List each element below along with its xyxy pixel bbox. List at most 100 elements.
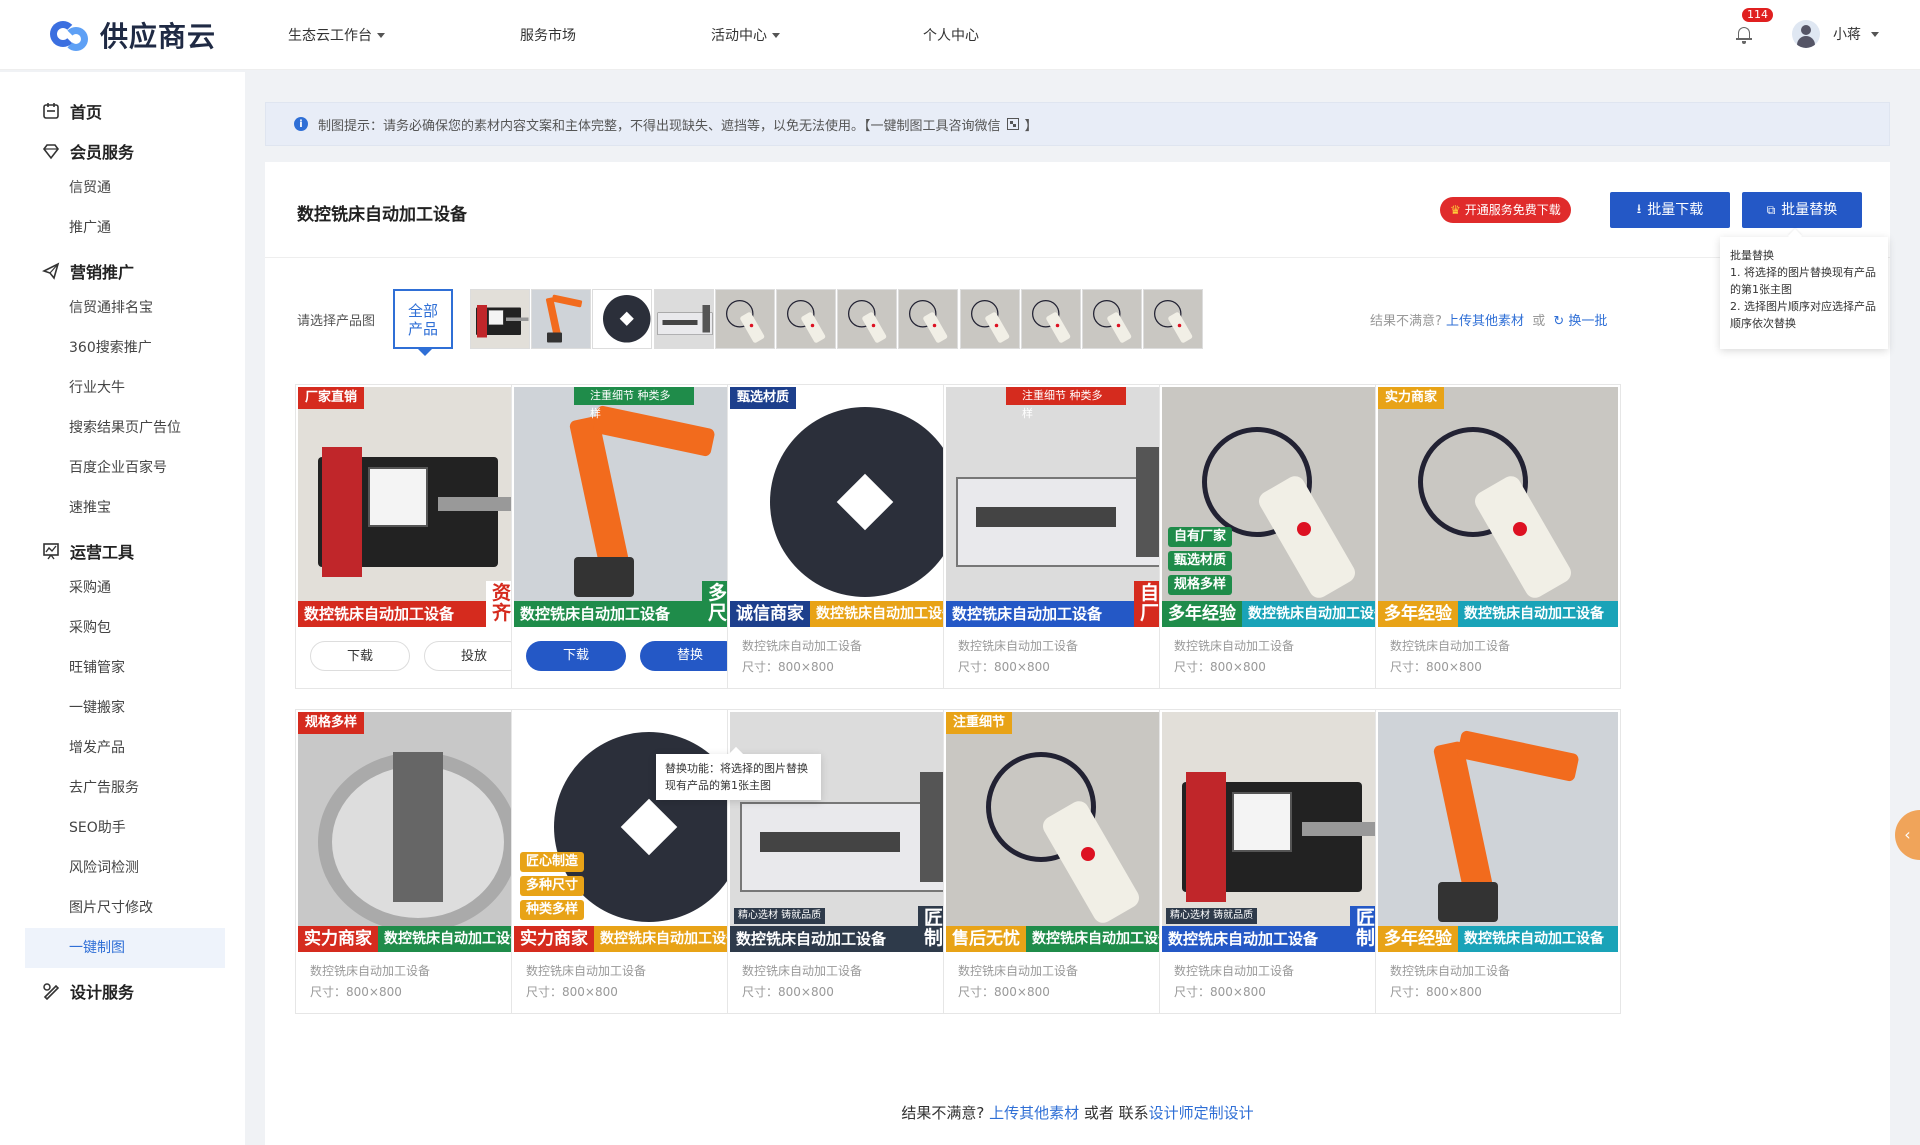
logo[interactable]: 供应商云 [48,14,216,56]
sidebar-item[interactable]: 360搜索推广 [25,328,225,368]
side-collapse-tab[interactable]: ‹ [1895,810,1920,860]
product-thumb[interactable] [531,289,592,349]
sidebar-item[interactable]: 一键制图 [25,928,225,968]
qrcode-icon[interactable] [1006,118,1019,130]
sidebar-item[interactable]: 采购通 [25,568,225,608]
card-image[interactable]: 匠心制造 多种尺寸 种类多样 实力商家 数控铣床自动加工设备 [514,712,754,952]
product-thumb[interactable] [1143,289,1204,349]
design-card[interactable]: 自有厂家 甄选材质 规格多样 多年经验 数控铣床自动加工设备 数控铣床自动加工设备 尺寸：8… [1159,384,1405,689]
batch-replace-button[interactable]: ⧉ 批量替换 [1742,192,1862,228]
batch-replace-tooltip: 批量替换 1. 将选择的图片替换现有产品的第1张主图 2. 选择图片顺序对应选择… [1720,237,1888,349]
sidebar-section-1[interactable]: 会员服务 [42,139,134,163]
deploy-button[interactable]: 投放 [424,641,524,671]
design-card[interactable]: 规格多样 实力商家 数控铣床自动加工设备 数控铣床自动加工设备 尺寸：800×800 [295,709,541,1014]
replace-button[interactable]: 替换 [640,641,740,671]
product-thumb[interactable] [1020,289,1081,349]
banner-right: 数控铣床自动加工设备 [1458,601,1618,627]
download-button[interactable]: 下载 [310,641,410,671]
product-thumb[interactable] [959,289,1020,349]
banner-left: 实力商家 [298,926,378,952]
sidebar-section-3[interactable]: 运营工具 [42,539,134,563]
nav-item-2[interactable]: 活动中心 [711,25,780,45]
user-menu[interactable]: 小蒋 [1833,24,1879,44]
batch-download-button[interactable]: ⭳ 批量下载 [1610,192,1730,228]
card-size: 尺寸：800×800 [1390,985,1482,999]
sidebar-item[interactable]: 增发产品 [25,728,225,768]
product-thumb[interactable] [1082,289,1142,349]
replace-tooltip: 替换功能：将选择的图片替换现有产品的第1张主图 [656,754,821,800]
card-size: 尺寸：800×800 [1174,985,1266,999]
card-image[interactable]: 多年经验 数控铣床自动加工设备 [1378,712,1618,952]
product-thumb[interactable] [592,289,653,349]
sidebar-item[interactable]: 一键搬家 [25,688,225,728]
design-card[interactable]: 注重细节 种类多样数控铣床自动加工设备自有厂家数控铣床自动加工设备尺寸：800×… [943,384,1189,689]
card-image[interactable]: 精心选材 铸就品质数控铣床自动加工设备匠心制造 [730,712,970,952]
card-image[interactable]: 注重细节 种类多样数控铣床自动加工设备自有厂家 [946,387,1186,627]
sidebar-item[interactable]: SEO助手 [25,808,225,848]
sidebar-item[interactable]: 搜索结果页广告位 [25,408,225,448]
product-photo-cable [1378,387,1618,627]
design-card[interactable]: 注重细节 售后无忧 数控铣床自动加工设备 数控铣床自动加工设备 尺寸：800×800 [943,709,1189,1014]
card-image[interactable]: 规格多样 实力商家 数控铣床自动加工设备 [298,712,538,952]
design-card[interactable]: 精心选材 铸就品质数控铣床自动加工设备匠心制造数控铣床自动加工设备尺寸：800×… [1159,709,1405,1014]
thumb-all-products[interactable]: 全部 产品 [393,289,453,356]
product-thumb[interactable] [714,289,775,349]
card-image[interactable]: 甄选材质 诚信商家 数控铣床自动加工设备 [730,387,970,627]
sidebar-item[interactable]: 行业大牛 [25,368,225,408]
sidebar-item[interactable]: 推广通 [25,208,225,248]
feature-label: 甄选材质 [1168,551,1233,571]
replace-tip-text: 替换功能：将选择的图片替换现有产品的第1张主图 [665,762,808,792]
design-card[interactable]: 注重细节 种类多样数控铣床自动加工设备多种尺寸下载替换 [511,384,757,689]
card-size: 尺寸：800×800 [1174,660,1266,674]
sidebar-section-2[interactable]: 营销推广 [42,259,134,283]
card-image[interactable]: 注重细节 种类多样数控铣床自动加工设备多种尺寸 [514,387,754,627]
banner-left: 实力商家 [514,926,594,952]
card-caption: 数控铣床自动加工设备 [526,964,647,978]
card-size: 尺寸：800×800 [1390,660,1482,674]
sidebar-item[interactable]: 采购包 [25,608,225,648]
card-image[interactable]: 精心选材 铸就品质数控铣床自动加工设备匠心制造 [1162,712,1402,952]
download-button[interactable]: 下载 [526,641,626,671]
card-image[interactable]: 厂家直销数控铣床自动加工设备资质齐全 [298,387,538,627]
product-thumb[interactable] [470,289,530,349]
designer-link[interactable]: 设计师定制设计 [1149,1104,1254,1122]
card-image[interactable]: 实力商家 多年经验 数控铣床自动加工设备 [1378,387,1618,627]
design-card[interactable]: 实力商家 多年经验 数控铣床自动加工设备 数控铣床自动加工设备尺寸：800×800 [1375,384,1621,689]
refresh-link[interactable]: 换一批 [1568,314,1607,329]
card-image[interactable]: 自有厂家 甄选材质 规格多样 多年经验 数控铣床自动加工设备 [1162,387,1402,627]
bell-icon[interactable] [1735,25,1753,45]
upload-link[interactable]: 上传其他素材 [1446,314,1524,329]
avatar[interactable] [1792,20,1820,48]
design-card[interactable]: 多年经验 数控铣床自动加工设备 数控铣床自动加工设备 尺寸：800×800 [1375,709,1621,1014]
refresh-icon[interactable]: ↻ [1553,314,1564,329]
design-card[interactable]: 厂家直销数控铣床自动加工设备资质齐全下载投放 [295,384,541,689]
sidebar-section-0[interactable]: 首页 [42,99,102,123]
sidebar-item[interactable]: 信贸通 [25,168,225,208]
product-thumb[interactable] [898,289,959,349]
sidebar-item[interactable]: 百度企业百家号 [25,448,225,488]
product-thumb[interactable] [837,289,898,349]
sidebar-item[interactable]: 速推宝 [25,488,225,528]
sidebar-item[interactable]: 信贸通排名宝 [25,288,225,328]
card-image[interactable]: 注重细节 售后无忧 数控铣床自动加工设备 [946,712,1186,952]
nav-item-3[interactable]: 个人中心 [923,25,979,45]
sidebar-item[interactable]: 图片尺寸修改 [25,888,225,928]
sidebar-section-4[interactable]: 设计服务 [42,979,134,1003]
nav-item-0[interactable]: 生态云工作台 [288,25,385,45]
refresh-hint: 结果不满意? 上传其他素材 或 ↻ 换一批 [1370,310,1607,329]
footer-upload-link[interactable]: 上传其他素材 [989,1104,1079,1122]
design-card[interactable]: 甄选材质 诚信商家 数控铣床自动加工设备 数控铣床自动加工设备 尺寸：800×800 [727,384,973,689]
sidebar-item[interactable]: 旺铺管家 [25,648,225,688]
product-thumb[interactable] [776,289,836,349]
chevron-down-icon [1871,31,1879,37]
product-thumb[interactable] [653,289,714,349]
vip-free-download-button[interactable]: ♛ 开通服务免费下载 [1440,197,1571,223]
sidebar-item[interactable]: 去广告服务 [25,768,225,808]
chevron-down-icon [377,32,385,38]
sidebar-item[interactable]: 风险词检测 [25,848,225,888]
nav-label: 个人中心 [923,28,979,44]
nav-item-1[interactable]: 服务市场 [520,25,576,45]
tooltip-line-2: 2. 选择图片顺序对应选择产品顺序依次替换 [1730,300,1876,330]
nav-label: 服务市场 [520,28,576,44]
product-photo-cable [715,290,774,348]
